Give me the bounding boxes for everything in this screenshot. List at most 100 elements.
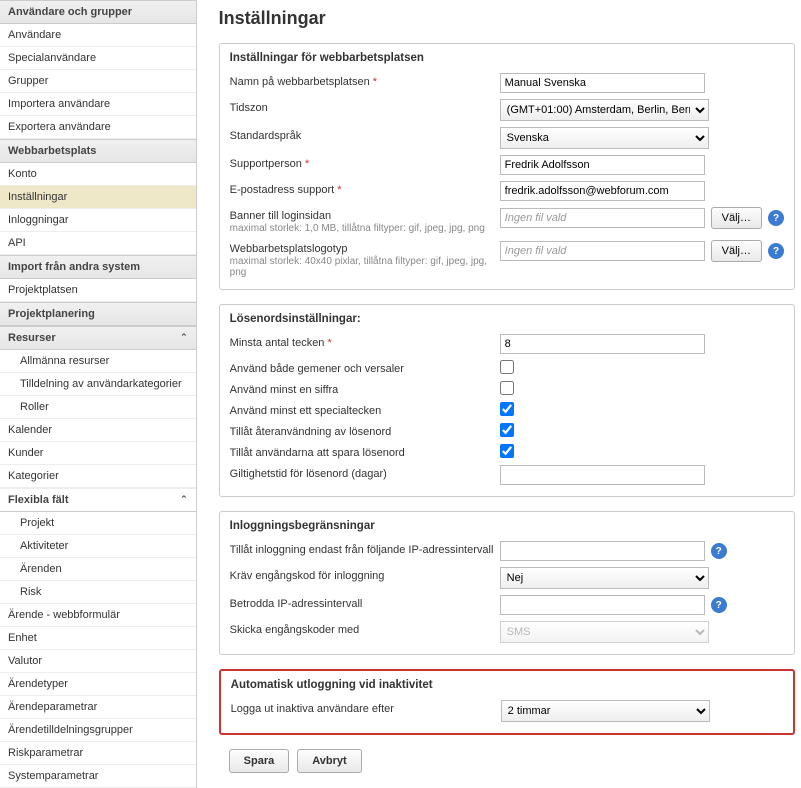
required-icon: * (373, 76, 377, 88)
label-logout-after: Logga ut inaktiva användare efter (231, 700, 501, 715)
label-use-digit: Använd minst en siffra (230, 381, 500, 396)
hint-banner: maximal storlek: 1,0 MB, tillåtna filtyp… (230, 223, 500, 234)
nav-header-project-planning[interactable]: Projektplanering (0, 302, 196, 326)
support-email-input[interactable] (500, 181, 705, 201)
nav-item-customers[interactable]: Kunder (0, 442, 196, 465)
label-trusted-ip: Betrodda IP-adressintervall (230, 595, 500, 610)
nav-header-workspace[interactable]: Webbarbetsplats (0, 139, 196, 163)
nav-item-groups[interactable]: Grupper (0, 70, 196, 93)
required-icon: * (337, 184, 341, 196)
checkbox-use-digit[interactable] (500, 381, 514, 395)
nav-header-resources-label: Resurser (8, 332, 56, 344)
nav-item-issue-webform[interactable]: Ärende - webbformulär (0, 604, 196, 627)
nav-item-flex-activities[interactable]: Aktiviteter (0, 535, 196, 558)
support-person-input[interactable] (500, 155, 705, 175)
nav-item-assign-categories[interactable]: Tilldelning av användarkategorier (0, 373, 196, 396)
banner-file-input (500, 208, 705, 228)
save-button[interactable]: Spara (229, 749, 290, 773)
nav-item-currencies[interactable]: Valutor (0, 650, 196, 673)
nav-header-import[interactable]: Import från andra system (0, 255, 196, 279)
nav-item-settings[interactable]: Inställningar (0, 186, 196, 209)
nav-item-general-resources[interactable]: Allmänna resurser (0, 350, 196, 373)
nav-item-flex-project[interactable]: Projekt (0, 512, 196, 535)
workspace-name-input[interactable] (500, 73, 705, 93)
nav-item-flex-issues[interactable]: Ärenden (0, 558, 196, 581)
label-send-otp: Skicka engångskoder med (230, 621, 500, 636)
panel-title-password: Lösenordsinställningar: (220, 305, 794, 329)
nav-item-system-params[interactable]: Systemparametrar (0, 765, 196, 788)
logo-file-input (500, 241, 705, 261)
help-icon[interactable]: ? (711, 597, 727, 613)
send-otp-select: SMS (500, 621, 709, 643)
chevron-up-icon[interactable]: ⌃ (180, 494, 188, 505)
nav-item-unit[interactable]: Enhet (0, 627, 196, 650)
help-icon[interactable]: ? (768, 210, 784, 226)
sidebar: Användare och grupper Användare Speciala… (0, 0, 197, 788)
label-ip-range: Tillåt inloggning endast från följande I… (230, 541, 500, 556)
label-expiry: Giltighetstid för lösenord (dagar) (230, 465, 500, 480)
nav-item-calendar[interactable]: Kalender (0, 419, 196, 442)
nav-item-issue-params[interactable]: Ärendeparametrar (0, 696, 196, 719)
nav-item-logins[interactable]: Inloggningar (0, 209, 196, 232)
otp-select[interactable]: Nej (500, 567, 709, 589)
panel-title-auto-logout: Automatisk utloggning vid inaktivitet (221, 671, 793, 695)
logo-choose-button[interactable]: Välj… (711, 240, 762, 262)
label-use-case: Använd både gemener och versaler (230, 360, 500, 375)
label-banner: Banner till loginsidan (230, 210, 332, 222)
panel-password-settings: Lösenordsinställningar: Minsta antal tec… (219, 304, 795, 497)
label-allow-save: Tillåt användarna att spara lösenord (230, 444, 500, 459)
main-content: Inställningar Inställningar för webbarbe… (197, 0, 801, 788)
nav-header-users-groups[interactable]: Användare och grupper (0, 0, 196, 24)
nav-item-special-users[interactable]: Specialanvändare (0, 47, 196, 70)
nav-header-flex-fields[interactable]: Flexibla fält ⌃ (0, 488, 196, 512)
label-logo: Webbarbetsplatslogotyp (230, 243, 348, 255)
panel-login-restrictions: Inloggningsbegränsningar Tillåt inloggni… (219, 511, 795, 655)
nav-item-risk-params[interactable]: Riskparametrar (0, 742, 196, 765)
help-icon[interactable]: ? (711, 543, 727, 559)
cancel-button[interactable]: Avbryt (297, 749, 361, 773)
label-allow-reuse: Tillåt återanvändning av lösenord (230, 423, 500, 438)
label-use-special: Använd minst ett specialtecken (230, 402, 500, 417)
nav-item-api[interactable]: API (0, 232, 196, 255)
label-language: Standardspråk (230, 127, 500, 142)
hint-logo: maximal storlek: 40x40 pixlar, tillåtna … (230, 256, 500, 278)
chevron-up-icon[interactable]: ⌃ (180, 332, 188, 343)
checkbox-use-case[interactable] (500, 360, 514, 374)
logout-after-select[interactable]: 2 timmar (501, 700, 710, 722)
checkbox-allow-save[interactable] (500, 444, 514, 458)
label-workspace-name: Namn på webbarbetsplatsen (230, 76, 370, 88)
checkbox-use-special[interactable] (500, 402, 514, 416)
checkbox-allow-reuse[interactable] (500, 423, 514, 437)
help-icon[interactable]: ? (768, 243, 784, 259)
language-select[interactable]: Svenska (500, 127, 709, 149)
nav-item-categories[interactable]: Kategorier (0, 465, 196, 488)
nav-item-import-users[interactable]: Importera användare (0, 93, 196, 116)
panel-title-workspace: Inställningar för webbarbetsplatsen (220, 44, 794, 68)
nav-item-projectplace[interactable]: Projektplatsen (0, 279, 196, 302)
nav-item-flex-risk[interactable]: Risk (0, 581, 196, 604)
nav-item-export-users[interactable]: Exportera användare (0, 116, 196, 139)
nav-item-roles[interactable]: Roller (0, 396, 196, 419)
label-support-person: Supportperson (230, 158, 302, 170)
ip-range-input[interactable] (500, 541, 705, 561)
banner-choose-button[interactable]: Välj… (711, 207, 762, 229)
required-icon: * (305, 158, 309, 170)
nav-item-account[interactable]: Konto (0, 163, 196, 186)
label-require-otp: Kräv engångskod för inloggning (230, 567, 500, 582)
expiry-input[interactable] (500, 465, 705, 485)
timezone-select[interactable]: (GMT+01:00) Amsterdam, Berlin, Bern, Rom (500, 99, 709, 121)
label-timezone: Tidszon (230, 99, 500, 114)
nav-header-resources[interactable]: Resurser ⌃ (0, 326, 196, 350)
panel-auto-logout: Automatisk utloggning vid inaktivitet Lo… (219, 669, 795, 735)
required-icon: * (328, 337, 332, 349)
nav-item-issue-types[interactable]: Ärendetyper (0, 673, 196, 696)
label-support-email: E-postadress support (230, 184, 335, 196)
nav-item-issue-assign-groups[interactable]: Ärendetilldelningsgrupper (0, 719, 196, 742)
label-min-chars: Minsta antal tecken (230, 337, 325, 349)
panel-title-login: Inloggningsbegränsningar (220, 512, 794, 536)
nav-item-users[interactable]: Användare (0, 24, 196, 47)
trusted-ip-input[interactable] (500, 595, 705, 615)
panel-workspace-settings: Inställningar för webbarbetsplatsen Namn… (219, 43, 795, 290)
page-title: Inställningar (219, 8, 801, 29)
min-chars-input[interactable] (500, 334, 705, 354)
